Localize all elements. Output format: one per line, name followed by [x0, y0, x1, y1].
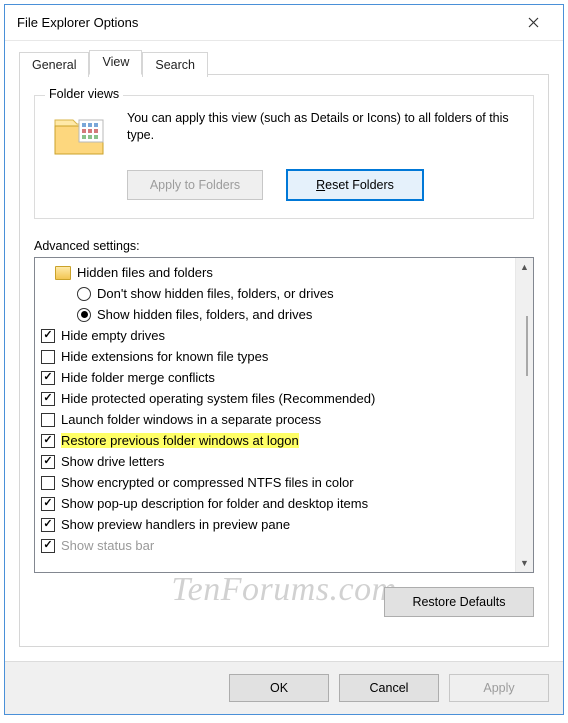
tree-row-label: Show drive letters	[57, 451, 164, 472]
tree-row[interactable]: Show pop-up description for folder and d…	[41, 493, 513, 514]
scroll-down-icon[interactable]: ▼	[516, 554, 533, 572]
tree-row[interactable]: Launch folder windows in a separate proc…	[41, 409, 513, 430]
tree-row-label: Hide extensions for known file types	[57, 346, 268, 367]
scroll-up-icon[interactable]: ▲	[516, 258, 533, 276]
tree-row-label: Hidden files and folders	[73, 262, 213, 283]
folder-views-text: You can apply this view (such as Details…	[127, 110, 519, 144]
tab-search[interactable]: Search	[142, 52, 208, 77]
folder-views-icon	[49, 110, 113, 158]
tree-row[interactable]: Show drive letters	[41, 451, 513, 472]
checkbox[interactable]	[41, 455, 55, 469]
radio-button[interactable]	[77, 287, 91, 301]
folder-icon	[55, 266, 71, 280]
groupbox-legend: Folder views	[45, 87, 123, 101]
advanced-settings-label: Advanced settings:	[34, 239, 534, 253]
tree-row-label: Show status bar	[57, 535, 154, 556]
reset-folders-button[interactable]: Reset Folders	[287, 170, 423, 200]
tree-row-label: Hide folder merge conflicts	[57, 367, 215, 388]
client-area: General View Search Folder views	[5, 41, 563, 661]
tree-row[interactable]: Hidden files and folders	[41, 262, 513, 283]
close-icon	[528, 17, 539, 28]
checkbox[interactable]	[41, 413, 55, 427]
tree-row-label: Hide protected operating system files (R…	[57, 388, 375, 409]
scroll-thumb[interactable]	[526, 316, 528, 376]
radio-button[interactable]	[77, 308, 91, 322]
tree-row[interactable]: Restore previous folder windows at logon	[41, 430, 513, 451]
checkbox[interactable]	[41, 497, 55, 511]
tree-row-label: Launch folder windows in a separate proc…	[57, 409, 321, 430]
tree-row[interactable]: Hide extensions for known file types	[41, 346, 513, 367]
checkbox[interactable]	[41, 518, 55, 532]
checkbox[interactable]	[41, 350, 55, 364]
tree-row[interactable]: Show status bar	[41, 535, 513, 556]
dialog-window: File Explorer Options General View Searc…	[4, 4, 564, 715]
titlebar: File Explorer Options	[5, 5, 563, 41]
checkbox[interactable]	[41, 371, 55, 385]
checkbox[interactable]	[41, 539, 55, 553]
dialog-footer: OK Cancel Apply	[5, 661, 563, 714]
tree-row-label: Show pop-up description for folder and d…	[57, 493, 368, 514]
tab-panel-view: Folder views You can apply this view (su…	[19, 74, 549, 647]
tree-row[interactable]: Hide protected operating system files (R…	[41, 388, 513, 409]
close-button[interactable]	[511, 9, 555, 37]
advanced-settings-tree: Hidden files and foldersDon't show hidde…	[34, 257, 534, 573]
tab-general[interactable]: General	[19, 52, 89, 77]
restore-defaults-button[interactable]: Restore Defaults	[384, 587, 534, 617]
window-title: File Explorer Options	[17, 15, 511, 30]
tree-row-label: Don't show hidden files, folders, or dri…	[93, 283, 334, 304]
tree-viewport[interactable]: Hidden files and foldersDon't show hidde…	[35, 258, 515, 572]
tree-row[interactable]: Show encrypted or compressed NTFS files …	[41, 472, 513, 493]
checkbox[interactable]	[41, 329, 55, 343]
tab-view[interactable]: View	[89, 50, 142, 75]
checkbox[interactable]	[41, 434, 55, 448]
tabstrip: General View Search	[19, 50, 549, 75]
tree-row[interactable]: Hide empty drives	[41, 325, 513, 346]
apply-button: Apply	[449, 674, 549, 702]
tree-row[interactable]: Hide folder merge conflicts	[41, 367, 513, 388]
tree-row-label: Hide empty drives	[57, 325, 165, 346]
cancel-button[interactable]: Cancel	[339, 674, 439, 702]
tree-row[interactable]: Show preview handlers in preview pane	[41, 514, 513, 535]
tree-row[interactable]: Don't show hidden files, folders, or dri…	[41, 283, 513, 304]
checkbox[interactable]	[41, 476, 55, 490]
tree-row-label: Show encrypted or compressed NTFS files …	[57, 472, 354, 493]
ok-button[interactable]: OK	[229, 674, 329, 702]
groupbox-folder-views: Folder views You can apply this view (su…	[34, 95, 534, 219]
checkbox[interactable]	[41, 392, 55, 406]
scrollbar[interactable]: ▲ ▼	[515, 258, 533, 572]
tree-row[interactable]: Show hidden files, folders, and drives	[41, 304, 513, 325]
tree-row-label: Show hidden files, folders, and drives	[93, 304, 312, 325]
apply-to-folders-button: Apply to Folders	[127, 170, 263, 200]
tree-row-label: Restore previous folder windows at logon	[57, 430, 299, 451]
tree-row-label: Show preview handlers in preview pane	[57, 514, 290, 535]
